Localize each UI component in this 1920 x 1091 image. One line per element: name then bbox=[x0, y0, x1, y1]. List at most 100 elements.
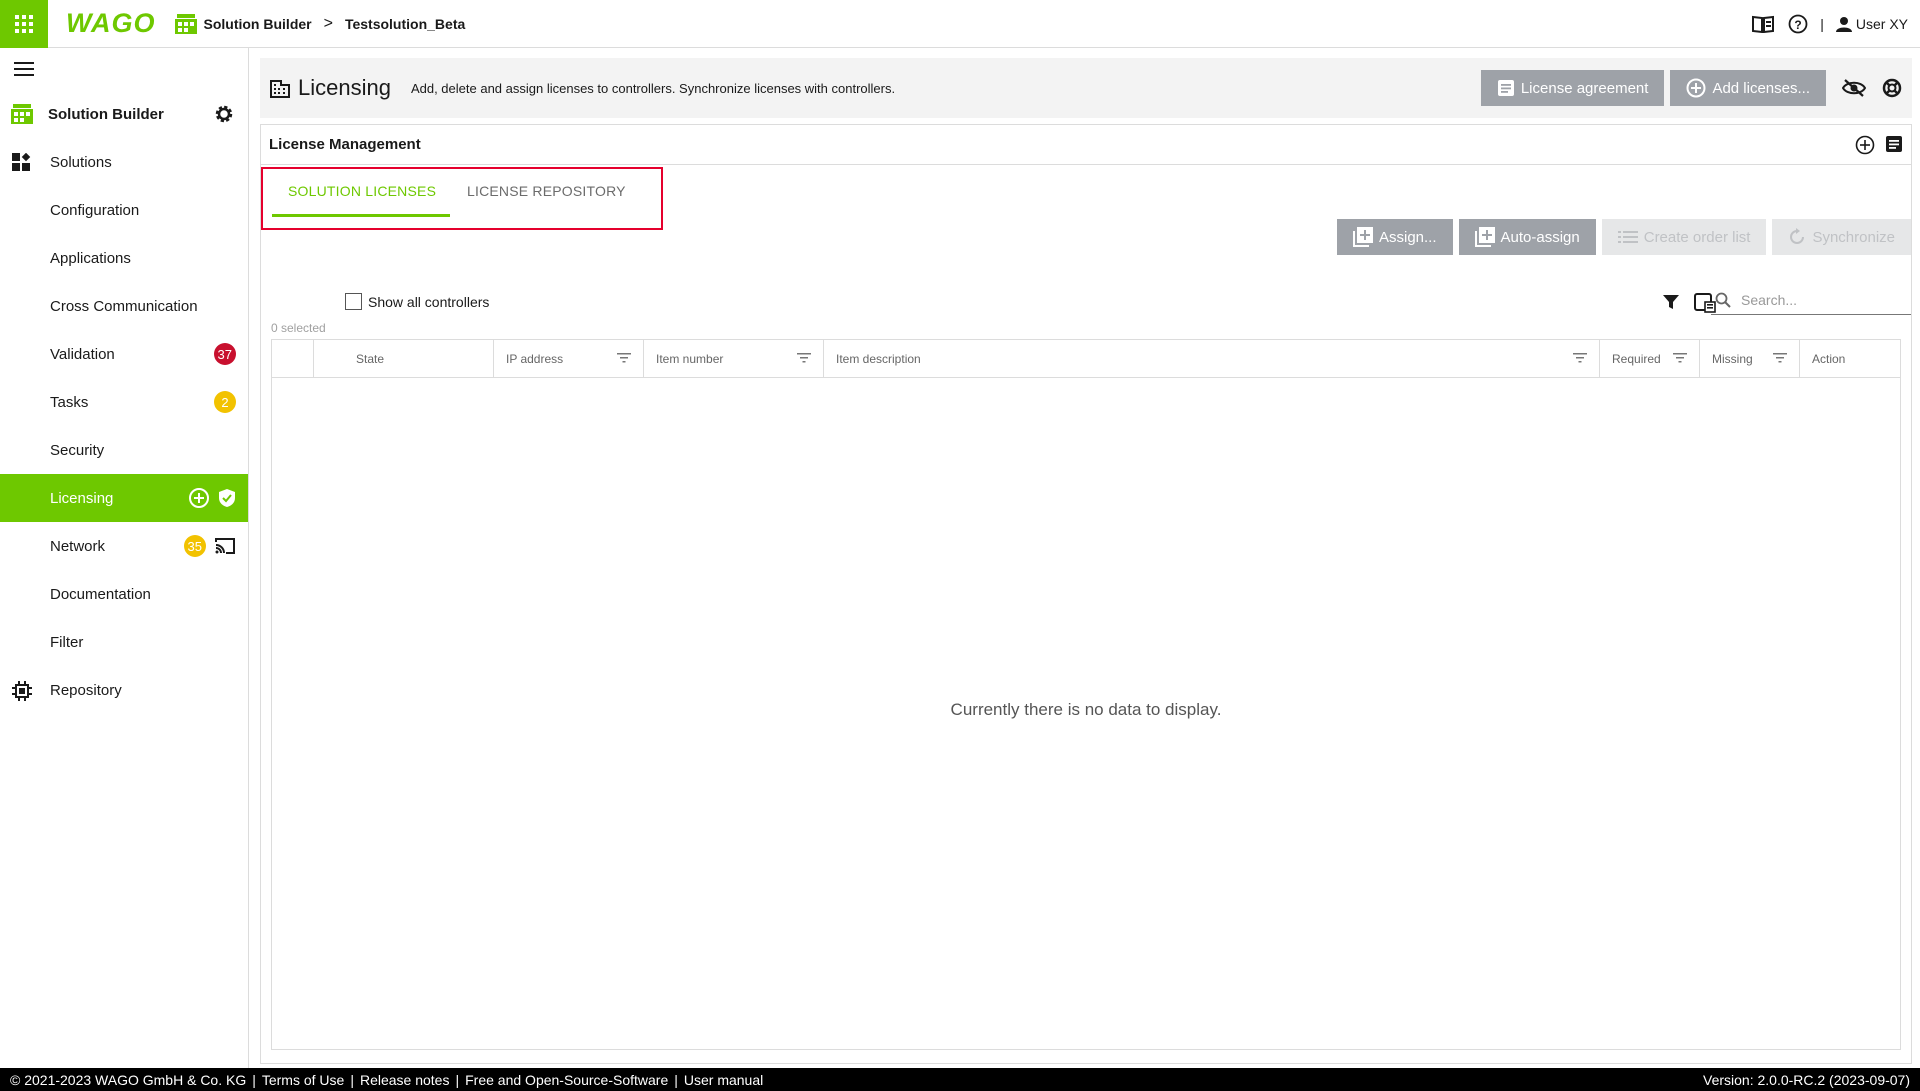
active-tab-indicator bbox=[272, 214, 450, 217]
page-subtitle: Add, delete and assign licenses to contr… bbox=[410, 80, 896, 96]
add-licenses-button[interactable]: Add licenses... bbox=[1670, 70, 1826, 106]
assign-button[interactable]: Assign... bbox=[1336, 219, 1453, 255]
page-header: Licensing Add, delete and assign license… bbox=[260, 58, 1912, 118]
footer: © 2021-2023 WAGO GmbH & Co. KG | Terms o… bbox=[0, 1068, 1920, 1091]
breadcrumb: Solution Builder > Testsolution_Beta bbox=[174, 13, 465, 35]
tab-solution-licenses[interactable]: SOLUTION LICENSES bbox=[288, 183, 436, 199]
document-icon bbox=[1497, 80, 1514, 96]
sidebar-item-configuration[interactable]: Configuration bbox=[0, 186, 248, 234]
sidebar: Solution Builder Solutions Configuration… bbox=[0, 48, 249, 1068]
user-manual-link[interactable]: User manual bbox=[684, 1072, 763, 1088]
manual-book-icon[interactable] bbox=[1752, 15, 1775, 33]
visibility-off-icon[interactable] bbox=[1842, 79, 1866, 97]
chip-icon bbox=[12, 681, 32, 701]
column-filter-icon[interactable] bbox=[797, 352, 811, 364]
column-label: Missing bbox=[1712, 351, 1753, 366]
sidebar-item-label: Documentation bbox=[50, 585, 151, 603]
select-all-column[interactable] bbox=[272, 340, 314, 377]
sidebar-item-validation[interactable]: Validation 37 bbox=[0, 330, 248, 378]
sidebar-item-cross-communication[interactable]: Cross Communication bbox=[0, 282, 248, 330]
solution-builder-icon bbox=[11, 104, 33, 124]
column-filter-icon[interactable] bbox=[1573, 352, 1587, 364]
column-label: Required bbox=[1612, 351, 1661, 366]
column-action: Action bbox=[1800, 340, 1900, 377]
sidebar-item-label: Filter bbox=[50, 633, 84, 651]
panel-header: License Management bbox=[261, 125, 1911, 165]
search-field bbox=[1711, 285, 1911, 315]
help-icon[interactable]: ? bbox=[1788, 14, 1808, 34]
sidebar-item-network[interactable]: Network 35 bbox=[0, 522, 248, 570]
breadcrumb-testsolution[interactable]: Testsolution_Beta bbox=[345, 16, 465, 32]
user-menu[interactable]: User XY bbox=[1835, 15, 1908, 32]
shield-check-icon[interactable] bbox=[218, 488, 236, 508]
search-input[interactable] bbox=[1741, 291, 1891, 308]
column-label: Action bbox=[1812, 351, 1846, 366]
sidebar-item-label: Security bbox=[50, 441, 105, 459]
breadcrumb-separator-icon: > bbox=[323, 14, 333, 32]
create-order-list-label: Create order list bbox=[1643, 228, 1751, 246]
sidebar-item-tasks[interactable]: Tasks 2 bbox=[0, 378, 248, 426]
tab-license-repository[interactable]: LICENSE REPOSITORY bbox=[467, 183, 626, 199]
sidebar-item-solutions[interactable]: Solutions bbox=[0, 138, 248, 186]
sidebar-item-label: Cross Communication bbox=[50, 297, 198, 315]
terms-of-use-link[interactable]: Terms of Use bbox=[262, 1072, 344, 1088]
sidebar-item-label: Configuration bbox=[50, 201, 140, 219]
search-icon bbox=[1715, 292, 1731, 308]
gear-icon[interactable] bbox=[214, 104, 234, 124]
empty-state-message: Currently there is no data to display. bbox=[950, 700, 1222, 719]
wago-logo[interactable]: WAGO bbox=[66, 8, 156, 39]
sidebar-item-label: Tasks bbox=[50, 393, 89, 411]
column-missing[interactable]: Missing bbox=[1700, 340, 1800, 377]
add-licenses-label: Add licenses... bbox=[1712, 79, 1810, 97]
auto-assign-button[interactable]: Auto-assign bbox=[1458, 219, 1596, 255]
release-notes-link[interactable]: Release notes bbox=[360, 1072, 450, 1088]
column-label: State bbox=[356, 351, 385, 366]
synchronize-button[interactable]: Synchronize bbox=[1772, 219, 1911, 255]
foss-link[interactable]: Free and Open-Source-Software bbox=[465, 1072, 668, 1088]
sidebar-item-documentation[interactable]: Documentation bbox=[0, 570, 248, 618]
tasks-count-badge: 2 bbox=[214, 391, 236, 413]
sidebar-item-security[interactable]: Security bbox=[0, 426, 248, 474]
sidebar-item-filter[interactable]: Filter bbox=[0, 618, 248, 666]
list-icon bbox=[1617, 231, 1638, 243]
column-label: Item description bbox=[836, 351, 921, 366]
license-management-panel: License Management SOLUTION LICENSES LIC… bbox=[260, 124, 1912, 1064]
license-agreement-button[interactable]: License agreement bbox=[1480, 70, 1665, 106]
solutions-icon bbox=[12, 153, 31, 171]
column-label: IP address bbox=[506, 351, 564, 366]
notes-icon[interactable] bbox=[1885, 135, 1903, 153]
add-circle-icon[interactable] bbox=[188, 487, 210, 509]
sidebar-item-licensing[interactable]: Licensing bbox=[0, 474, 248, 522]
column-state[interactable]: State bbox=[314, 340, 494, 377]
add-circle-icon[interactable] bbox=[1855, 135, 1875, 155]
sidebar-item-applications[interactable]: Applications bbox=[0, 234, 248, 282]
library-add-icon bbox=[1474, 227, 1495, 247]
create-order-list-button[interactable]: Create order list bbox=[1601, 219, 1767, 255]
divider: | bbox=[1820, 15, 1824, 32]
menu-toggle-button[interactable] bbox=[0, 48, 248, 90]
show-all-controllers-checkbox[interactable] bbox=[345, 293, 362, 310]
user-icon bbox=[1835, 16, 1852, 32]
version-text: Version: 2.0.0-RC.2 (2023-09-07) bbox=[1703, 1071, 1910, 1088]
column-required[interactable]: Required bbox=[1600, 340, 1700, 377]
support-lifebuoy-icon[interactable] bbox=[1882, 78, 1902, 98]
user-name: User XY bbox=[1855, 15, 1908, 32]
sidebar-item-label: Validation bbox=[50, 345, 115, 363]
column-filter-icon[interactable] bbox=[617, 352, 631, 364]
sidebar-item-repository[interactable]: Repository bbox=[0, 666, 248, 714]
assign-label: Assign... bbox=[1378, 228, 1437, 246]
breadcrumb-solution-builder[interactable]: Solution Builder bbox=[204, 16, 312, 32]
copyright-text: © 2021-2023 WAGO GmbH & Co. KG bbox=[10, 1071, 247, 1088]
column-ip-address[interactable]: IP address bbox=[494, 340, 644, 377]
apps-grid-button[interactable] bbox=[0, 0, 48, 48]
column-filter-icon[interactable] bbox=[1773, 352, 1787, 364]
sidebar-item-label: Applications bbox=[50, 249, 131, 267]
show-all-controllers-toggle[interactable]: Show all controllers bbox=[345, 293, 489, 310]
sidebar-title: Solution Builder bbox=[48, 105, 164, 123]
column-item-number[interactable]: Item number bbox=[644, 340, 824, 377]
column-label: Item number bbox=[656, 351, 724, 366]
column-filter-icon[interactable] bbox=[1673, 352, 1687, 364]
cast-icon[interactable] bbox=[214, 537, 236, 555]
filter-icon[interactable] bbox=[1662, 293, 1680, 311]
column-item-description[interactable]: Item description bbox=[824, 340, 1600, 377]
